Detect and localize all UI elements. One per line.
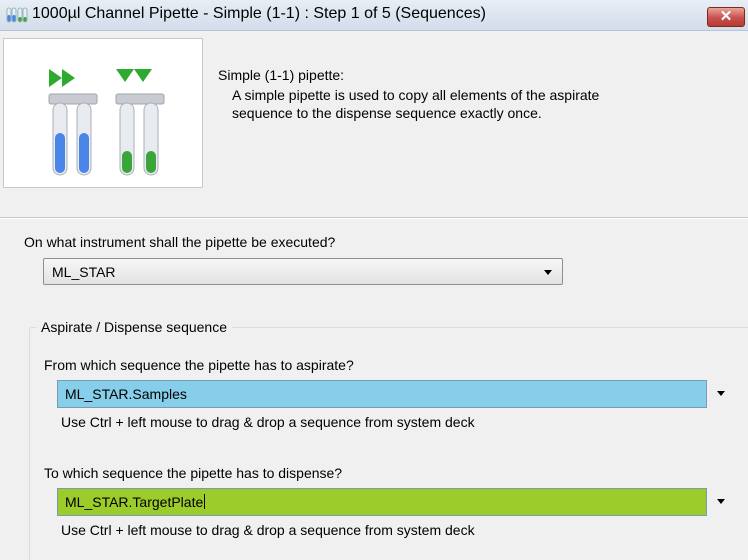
instrument-question-label: On what instrument shall the pipette be … (24, 234, 336, 250)
pipette-illustration (3, 38, 203, 188)
simple-pipette-icon (48, 69, 165, 176)
sequence-group-label: Aspirate / Dispense sequence (36, 318, 232, 336)
chevron-down-icon (717, 499, 725, 504)
app-icon (6, 7, 28, 23)
close-icon: ✕ (719, 8, 733, 25)
pipette-type-heading: Simple (1-1) pipette: (218, 67, 345, 83)
text-caret (204, 494, 206, 509)
dispense-sequence-value: ML_STAR.TargetPlate (65, 494, 204, 510)
aspirate-sequence-input[interactable]: ML_STAR.Samples (57, 380, 707, 408)
dispense-dropdown-button[interactable] (707, 488, 734, 516)
instrument-dropdown[interactable]: ML_STAR (43, 258, 563, 285)
title-bar: 1000µl Channel Pipette - Simple (1-1) : … (0, 0, 748, 31)
chevron-down-icon (544, 270, 552, 275)
aspirate-question-label: From which sequence the pipette has to a… (44, 357, 354, 373)
chevron-down-icon (717, 391, 725, 396)
aspirate-hint-text: Use Ctrl + left mouse to drag & drop a s… (61, 414, 475, 430)
dispense-sequence-input[interactable]: ML_STAR.TargetPlate (57, 488, 707, 516)
dispense-question-label: To which sequence the pipette has to dis… (44, 465, 343, 481)
pipette-type-description: A simple pipette is used to copy all ele… (232, 87, 600, 121)
dispense-hint-text: Use Ctrl + left mouse to drag & drop a s… (61, 522, 475, 538)
close-button[interactable]: ✕ (707, 7, 745, 27)
aspirate-dropdown-button[interactable] (707, 380, 734, 408)
window-title: 1000µl Channel Pipette - Simple (1-1) : … (32, 5, 486, 22)
instrument-selected-value: ML_STAR (52, 264, 116, 280)
separator (0, 217, 748, 219)
